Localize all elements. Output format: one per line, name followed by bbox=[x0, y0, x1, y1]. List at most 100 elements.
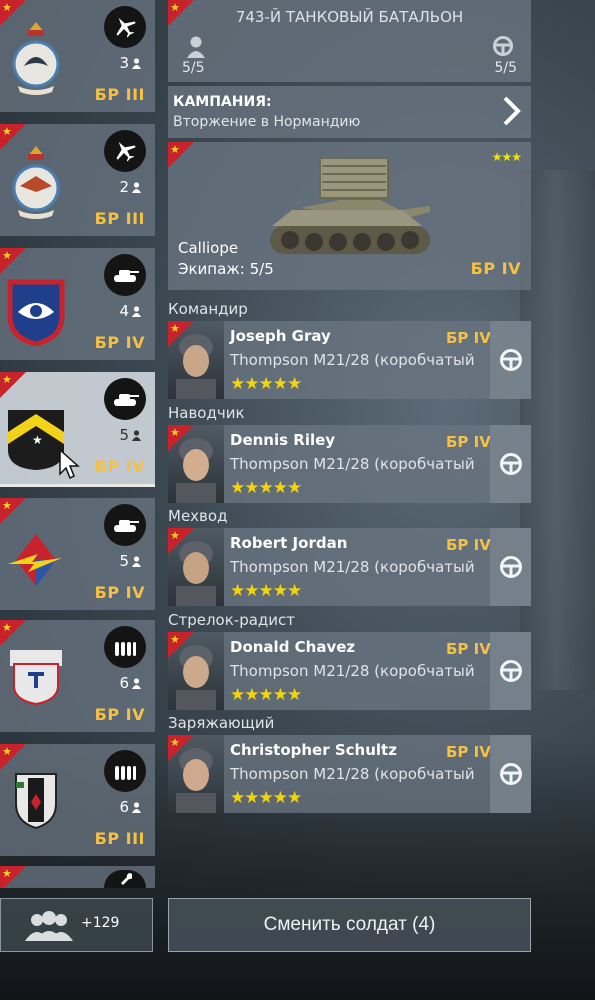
reserve-button[interactable]: +129 bbox=[0, 898, 153, 952]
squad-card-5[interactable]: 5 БР IV bbox=[0, 498, 155, 610]
ammo-icon bbox=[104, 750, 146, 792]
vehicle-br-label: БР IV bbox=[470, 259, 521, 278]
soldier-portrait bbox=[168, 735, 224, 813]
raf-eagle-emblem-icon bbox=[12, 22, 60, 95]
soldier-row-radio-gunner[interactable]: Donald Chavez БР IV Thompson M21/28 (кор… bbox=[168, 632, 531, 710]
soldier-rating: ★★★★★ bbox=[230, 374, 302, 394]
vehicle-name: Calliope bbox=[178, 239, 239, 257]
squad-br-label: БР IV bbox=[94, 457, 145, 476]
tank-icon bbox=[104, 378, 146, 420]
person-icon bbox=[132, 802, 141, 813]
squad-card-4-selected[interactable]: ★ 5 БР IV bbox=[0, 372, 155, 487]
person-icon bbox=[132, 556, 141, 567]
soldier-br-label: БР IV bbox=[446, 329, 491, 347]
person-icon bbox=[132, 678, 141, 689]
soldiers-group-icon bbox=[25, 911, 73, 941]
chevron-shield-emblem-icon: ★ bbox=[8, 410, 64, 470]
soldier-br-label: БР IV bbox=[446, 433, 491, 451]
role-label: Мехвод bbox=[168, 507, 228, 525]
soldier-row-gunner[interactable]: Dennis Riley БР IV Thompson M21/28 (коро… bbox=[168, 425, 531, 503]
squad-card-2[interactable]: 2 БР III bbox=[0, 124, 155, 236]
soldier-weapon: Thompson M21/28 (коробчатый bbox=[230, 765, 475, 783]
soldier-rating: ★★★★★ bbox=[230, 581, 302, 601]
steering-wheel-icon[interactable] bbox=[490, 735, 531, 813]
lightning-emblem-icon bbox=[8, 534, 62, 586]
soldier-br-label: БР IV bbox=[446, 536, 491, 554]
vehicle-count: 5/5 bbox=[494, 60, 517, 76]
soldier-icon bbox=[187, 36, 205, 58]
soldier-br-label: БР IV bbox=[446, 640, 491, 658]
squad-soldier-count: 5 bbox=[119, 426, 141, 444]
soldier-portrait bbox=[168, 632, 224, 710]
squad-card-3[interactable]: 4 БР IV bbox=[0, 248, 155, 360]
person-icon bbox=[132, 306, 141, 317]
squad-soldier-count: 6 bbox=[119, 674, 141, 692]
role-label: Заряжающий bbox=[168, 714, 275, 732]
squad-soldier-count: 5 bbox=[119, 552, 141, 570]
steering-wheel-icon[interactable] bbox=[490, 528, 531, 606]
person-icon bbox=[132, 182, 141, 193]
regiment-shield-emblem-icon bbox=[15, 773, 57, 830]
squad-br-label: БР III bbox=[94, 829, 145, 848]
role-label: Командир bbox=[168, 300, 248, 318]
soldier-portrait bbox=[168, 528, 224, 606]
soldier-rating: ★★★★★ bbox=[230, 685, 302, 705]
steering-wheel-icon[interactable] bbox=[490, 321, 531, 399]
soldier-row-driver[interactable]: Robert Jordan БР IV Thompson M21/28 (кор… bbox=[168, 528, 531, 606]
battalion-title: 743-Й ТАНКОВЫЙ БАТАЛЬОН bbox=[235, 8, 464, 26]
campaign-selector[interactable]: КАМПАНИЯ: Вторжение в Нормандию bbox=[168, 86, 531, 138]
vehicle-card[interactable]: ★★★ Calliope Экипаж: 5/5 БР IV bbox=[168, 142, 531, 290]
soldier-portrait bbox=[168, 321, 224, 399]
ammo-icon bbox=[104, 626, 146, 668]
plane-icon bbox=[104, 130, 146, 172]
squad-br-label: БР IV bbox=[94, 705, 145, 724]
soldier-name: Donald Chavez bbox=[230, 638, 356, 656]
soldier-rating: ★★★★★ bbox=[230, 788, 302, 808]
soldier-br-label: БР IV bbox=[446, 743, 491, 761]
tank-icon bbox=[104, 254, 146, 296]
squad-card-8-partial[interactable] bbox=[0, 866, 155, 888]
soldier-row-loader[interactable]: Christopher Schultz БР IV Thompson M21/2… bbox=[168, 735, 531, 813]
soldier-count: 5/5 bbox=[182, 60, 205, 76]
person-icon bbox=[132, 430, 141, 441]
squad-card-7[interactable]: 6 БР III bbox=[0, 744, 155, 856]
squad-br-label: БР IV bbox=[94, 583, 145, 602]
soldier-name: Dennis Riley bbox=[230, 431, 336, 449]
vehicle-stars: ★★★ bbox=[491, 150, 522, 164]
flag-icon bbox=[168, 528, 194, 554]
mouse-cursor-icon bbox=[59, 448, 80, 480]
flag-icon bbox=[168, 735, 194, 761]
change-soldiers-button[interactable]: Сменить солдат (4) bbox=[168, 898, 531, 952]
squad-card-1[interactable]: 3 БР III bbox=[0, 0, 155, 112]
squad-soldier-count: 4 bbox=[119, 302, 141, 320]
flag-icon bbox=[168, 321, 194, 347]
squad-soldier-count: 2 bbox=[119, 178, 141, 196]
person-icon bbox=[132, 58, 141, 69]
squad-br-label: БР IV bbox=[94, 333, 145, 352]
flag-icon bbox=[168, 425, 194, 451]
eye-shield-emblem-icon bbox=[7, 279, 65, 346]
soldier-row-commander[interactable]: Joseph Gray БР IV Thompson M21/28 (короб… bbox=[168, 321, 531, 399]
steering-wheel-icon[interactable] bbox=[490, 632, 531, 710]
battalion-header: 743-Й ТАНКОВЫЙ БАТАЛЬОН 5/5 5/5 bbox=[168, 0, 531, 82]
raf-hawk-emblem-icon bbox=[12, 146, 60, 219]
soldier-weapon: Thompson M21/28 (коробчатый bbox=[230, 351, 475, 369]
flag-icon bbox=[168, 142, 194, 168]
flag-icon bbox=[0, 866, 26, 888]
campaign-name: Вторжение в Нормандию bbox=[173, 114, 361, 130]
squad-br-label: БР III bbox=[94, 209, 145, 228]
soldier-portrait bbox=[168, 425, 224, 503]
chevron-right-icon[interactable] bbox=[501, 94, 523, 128]
soldier-weapon: Thompson M21/28 (коробчатый bbox=[230, 455, 475, 473]
tank-icon bbox=[104, 504, 146, 546]
campaign-heading: КАМПАНИЯ: bbox=[173, 94, 272, 110]
soldier-weapon: Thompson M21/28 (коробчатый bbox=[230, 662, 475, 680]
steering-wheel-icon[interactable] bbox=[490, 425, 531, 503]
squad-soldier-count: 3 bbox=[119, 54, 141, 72]
flag-icon bbox=[168, 632, 194, 658]
background-tank bbox=[520, 170, 595, 690]
squad-card-6[interactable]: 6 БР IV bbox=[0, 620, 155, 732]
soldier-name: Christopher Schultz bbox=[230, 741, 397, 759]
squad-soldier-count: 6 bbox=[119, 798, 141, 816]
wrench-icon bbox=[104, 870, 146, 888]
